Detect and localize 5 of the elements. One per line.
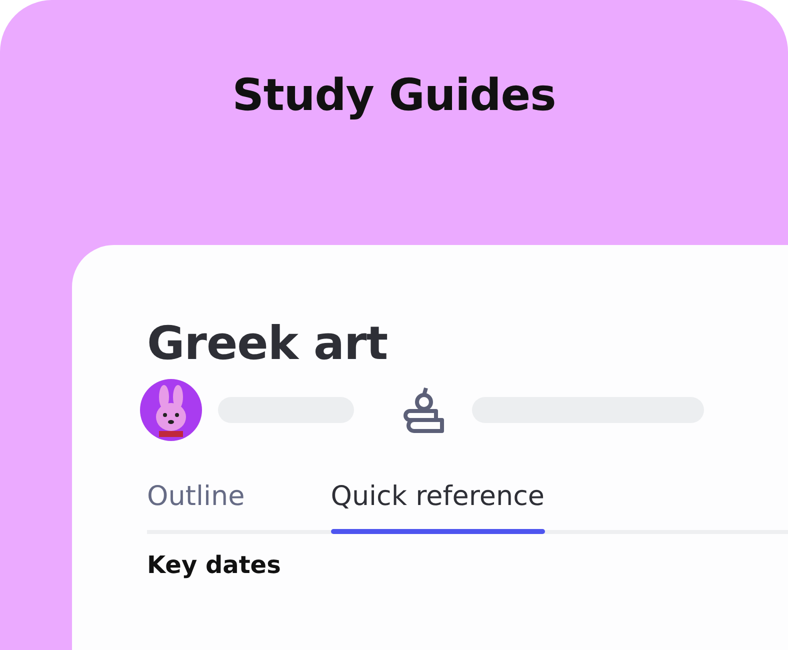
section-heading: Key dates <box>147 550 282 580</box>
page-title: Study Guides <box>231 69 557 123</box>
tab[interactable]: Outline <box>147 481 245 530</box>
guide-title: Greek art <box>147 315 389 371</box>
avatar-icon <box>140 379 202 441</box>
